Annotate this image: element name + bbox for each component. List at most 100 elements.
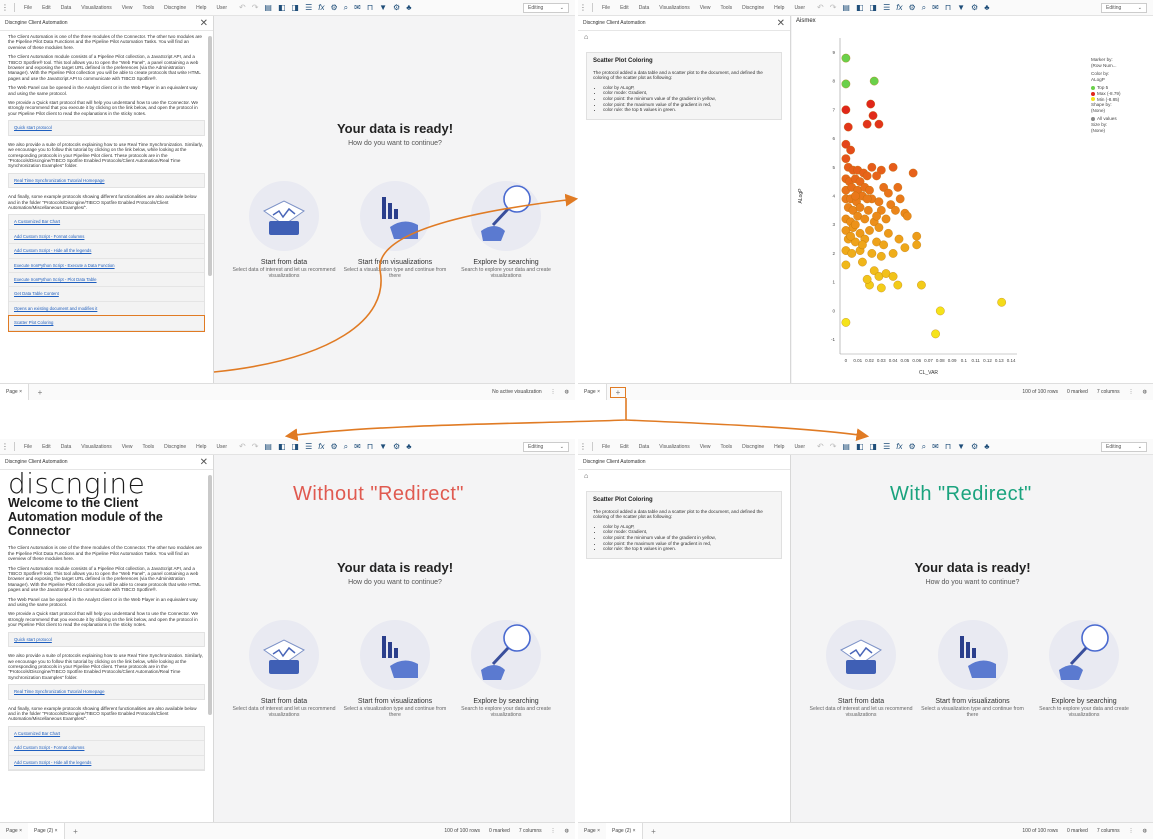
menu-file[interactable]: File — [24, 5, 32, 11]
bookmark-icon[interactable]: ⊓ — [367, 3, 373, 12]
menu-discngine[interactable]: Discngine — [164, 444, 186, 450]
start-from-visualizations-card[interactable]: Start from visualizations Select a visua… — [918, 620, 1028, 718]
search-icon[interactable]: ⌕ — [922, 442, 926, 452]
menu-tools[interactable]: Tools — [142, 444, 154, 450]
close-icon[interactable]: × — [19, 389, 22, 395]
start-from-data-card[interactable]: Start from data Select data of interest … — [806, 620, 916, 718]
example-link[interactable]: Get Data Table Content — [9, 287, 204, 302]
fx-icon[interactable]: fx — [318, 442, 324, 451]
explore-by-searching-card[interactable]: Explore by searching Search to explore y… — [451, 620, 561, 718]
close-icon[interactable]: × — [633, 828, 636, 834]
undo-icon[interactable]: ↶ — [239, 442, 246, 451]
filter-icon[interactable]: ▼ — [957, 442, 965, 451]
close-icon[interactable]: × — [597, 828, 600, 834]
legend-size-val[interactable]: (None) — [1091, 128, 1151, 134]
redo-icon[interactable]: ↷ — [252, 3, 259, 12]
menu-user[interactable]: User — [794, 444, 805, 450]
search-icon[interactable]: ⌕ — [344, 3, 348, 13]
layout-split-icon[interactable]: ◧ — [856, 3, 864, 12]
add-page-icon[interactable]: + — [33, 388, 47, 397]
menu-view[interactable]: View — [122, 5, 133, 11]
example-link-scatter-plot-coloring[interactable]: Scatter Plot Coloring — [8, 315, 205, 332]
mode-select[interactable]: Editing ⌄ — [1101, 441, 1147, 452]
scatter-plot-visualization[interactable]: Aismex -1 0 1 2 3 4 5 6 7 8 9 0 0.01 0.02 0.03 0.04 0.05… — [792, 16, 1153, 383]
notification-icon[interactable]: ♣ — [406, 3, 411, 12]
legend-marker-val[interactable]: (Row Num... — [1091, 63, 1151, 69]
start-from-visualizations-card[interactable]: Start from visualizations Select a visua… — [340, 181, 450, 279]
explore-by-searching-card[interactable]: Explore by searching Search to explore y… — [1029, 620, 1139, 718]
scatter-plot-svg[interactable]: -101234567890 0.01 0.02 0.03 0.04 0.05 0.06 0.0… — [792, 16, 1067, 383]
gear-icon[interactable]: ⚙ — [971, 3, 978, 12]
menu-tools[interactable]: Tools — [720, 5, 732, 11]
page-tab[interactable]: Page × — [0, 823, 28, 839]
page-tab[interactable]: Page × — [578, 384, 607, 400]
app-menu-icon[interactable]: ⋮ — [0, 3, 10, 12]
explore-by-searching-card[interactable]: Explore by searching Search to explore y… — [451, 181, 561, 279]
add-page-icon[interactable]: + — [647, 827, 661, 836]
menu-tools[interactable]: Tools — [142, 5, 154, 11]
undo-icon[interactable]: ↶ — [817, 3, 824, 12]
filter-list-icon[interactable]: ☰ — [305, 442, 312, 451]
menu-user[interactable]: User — [794, 5, 805, 11]
menu-help[interactable]: Help — [774, 5, 784, 11]
fx-icon[interactable]: fx — [318, 3, 324, 12]
close-icon[interactable]: × — [55, 828, 58, 834]
menu-help[interactable]: Help — [196, 5, 206, 11]
more-icon[interactable]: ⋮ — [1129, 828, 1134, 834]
app-menu-icon[interactable]: ⋮ — [578, 3, 588, 12]
example-link[interactable]: Add Custom Script - Hide all the legends — [9, 756, 204, 770]
rts-link[interactable]: Real Time Synchronization Tutorial Homep… — [8, 172, 205, 189]
undo-icon[interactable]: ↶ — [239, 3, 246, 12]
comments-icon[interactable]: ✉ — [354, 442, 361, 451]
panel-scrollbar[interactable] — [208, 475, 212, 715]
notification-icon[interactable]: ♣ — [984, 3, 989, 12]
filter-list-icon[interactable]: ☰ — [883, 442, 890, 451]
gear-icon[interactable]: ⚙ — [393, 3, 400, 12]
home-icon[interactable]: ⌂ — [578, 31, 790, 44]
page-2-tab[interactable]: Page (2) × — [606, 823, 643, 839]
app-menu-icon[interactable]: ⋮ — [0, 442, 10, 451]
gear-icon[interactable]: ⚙ — [971, 442, 978, 451]
start-from-visualizations-card[interactable]: Start from visualizations Select a visua… — [340, 620, 450, 718]
menu-help[interactable]: Help — [196, 444, 206, 450]
menu-file[interactable]: File — [602, 444, 610, 450]
menu-data[interactable]: Data — [61, 444, 72, 450]
filter-icon[interactable]: ▼ — [379, 3, 387, 12]
undo-icon[interactable]: ↶ — [817, 442, 824, 451]
legend-shape-val[interactable]: (None) — [1091, 108, 1151, 114]
search-icon[interactable]: ⌕ — [344, 442, 348, 452]
layout-split-icon[interactable]: ◧ — [856, 442, 864, 451]
menu-edit[interactable]: Edit — [620, 444, 629, 450]
example-link[interactable]: A Customized Bar Chart — [9, 727, 204, 742]
notification-icon[interactable]: ♣ — [984, 442, 989, 451]
legend-color-val[interactable]: ALogP — [1091, 77, 1151, 83]
settings-icon[interactable]: ⚙ — [909, 442, 916, 451]
fx-icon[interactable]: fx — [896, 442, 902, 451]
menu-help[interactable]: Help — [774, 444, 784, 450]
menu-file[interactable]: File — [602, 5, 610, 11]
start-from-data-card[interactable]: Start from data Select data of interest … — [229, 620, 339, 718]
menu-discngine[interactable]: Discngine — [742, 5, 764, 11]
close-icon[interactable]: × — [19, 828, 22, 834]
menu-edit[interactable]: Edit — [42, 444, 51, 450]
menu-user[interactable]: User — [216, 5, 227, 11]
globe-icon[interactable]: ◍ — [565, 828, 569, 834]
menu-visualizations[interactable]: Visualizations — [81, 5, 111, 11]
add-page-icon[interactable]: + — [69, 827, 83, 836]
layout-right-icon[interactable]: ◨ — [292, 3, 300, 12]
comments-icon[interactable]: ✉ — [932, 442, 939, 451]
quick-start-link[interactable]: Quick start protocol — [8, 120, 205, 136]
menu-edit[interactable]: Edit — [620, 5, 629, 11]
example-link[interactable]: Execute IronPython Script - Execute a Da… — [9, 259, 204, 273]
more-icon[interactable]: ⋮ — [1129, 389, 1134, 395]
more-icon[interactable]: ⋮ — [551, 389, 556, 395]
comments-icon[interactable]: ✉ — [932, 3, 939, 12]
start-from-data-card[interactable]: Start from data Select data of interest … — [229, 181, 339, 279]
comments-icon[interactable]: ✉ — [354, 3, 361, 12]
rts-link[interactable]: Real Time Synchronization Tutorial Homep… — [8, 684, 205, 700]
globe-icon[interactable]: ◍ — [1143, 828, 1147, 834]
menu-view[interactable]: View — [700, 5, 711, 11]
menu-data[interactable]: Data — [639, 444, 650, 450]
settings-icon[interactable]: ⚙ — [331, 442, 338, 451]
redo-icon[interactable]: ↷ — [830, 3, 837, 12]
